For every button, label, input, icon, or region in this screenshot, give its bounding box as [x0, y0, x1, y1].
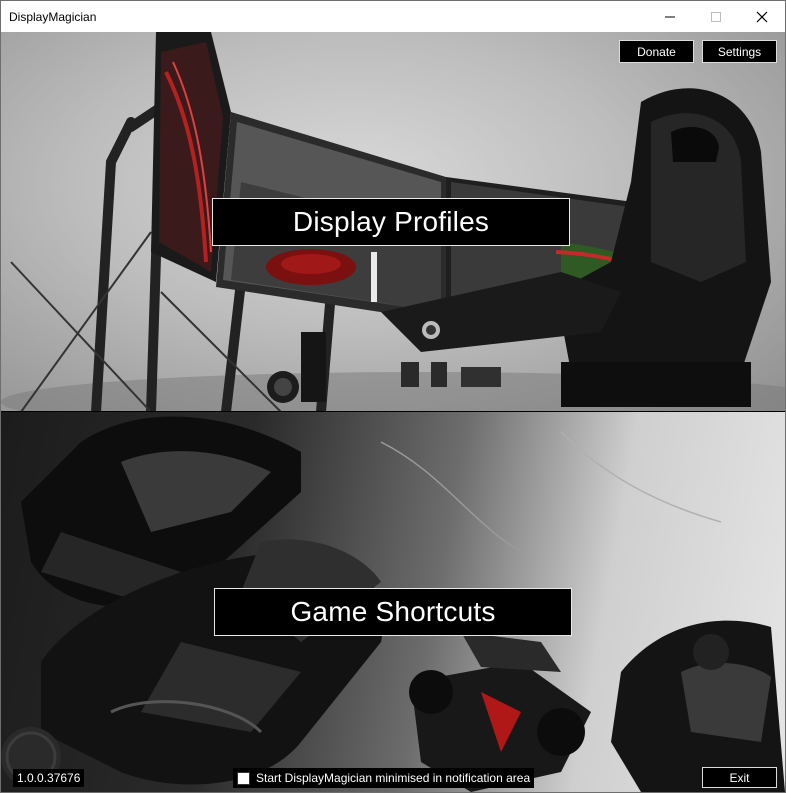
maximize-icon: [711, 11, 721, 22]
start-minimised-label: Start DisplayMagician minimised in notif…: [256, 771, 531, 785]
minimize-button[interactable]: [647, 1, 693, 32]
title-bar: DisplayMagician: [1, 1, 785, 32]
window-title: DisplayMagician: [9, 9, 97, 24]
exit-button[interactable]: Exit: [702, 767, 777, 788]
display-profiles-button[interactable]: Display Profiles: [212, 198, 570, 246]
version-label: 1.0.0.37676: [13, 769, 85, 787]
game-shortcuts-button[interactable]: Game Shortcuts: [214, 588, 572, 636]
start-minimised-option[interactable]: Start DisplayMagician minimised in notif…: [233, 768, 535, 788]
start-minimised-checkbox[interactable]: [237, 771, 250, 785]
close-button[interactable]: [739, 1, 785, 32]
minimize-icon: [665, 16, 675, 17]
donate-button[interactable]: Donate: [619, 40, 694, 63]
settings-button[interactable]: Settings: [702, 40, 777, 63]
app-window: DisplayMagician Donate Settings Display …: [0, 0, 786, 793]
close-icon: [756, 11, 768, 22]
maximize-button[interactable]: [693, 1, 739, 32]
